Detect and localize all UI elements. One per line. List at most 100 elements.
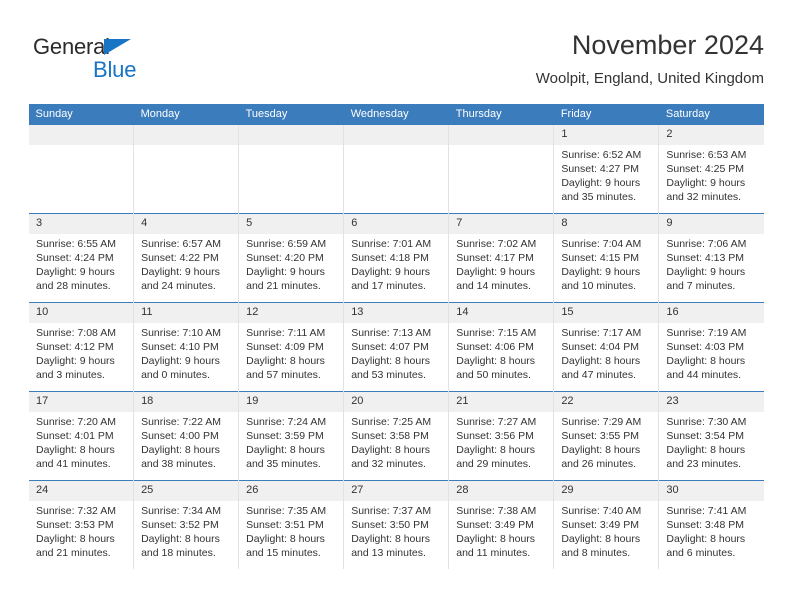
calendar-day-cell[interactable]: 5 Sunrise: 6:59 AM Sunset: 4:20 PM Daylight… [238,213,344,303]
sunset-text: Sunset: 3:56 PM [456,430,534,442]
calendar-day-cell[interactable]: 14 Sunrise: 7:15 AM Sunset: 4:06 PM Dayligh… [448,302,554,392]
day-number: 4 [134,214,239,234]
sunrise-text: Sunrise: 7:29 AM [561,416,642,428]
calendar-day-cell[interactable]: 10 Sunrise: 7:08 AM Sunset: 4:12 PM Dayligh… [27,302,134,392]
daylight-text: and 50 minutes. [456,369,531,381]
sunrise-text: Sunrise: 7:19 AM [666,327,747,339]
day-details: Sunrise: 7:32 AM Sunset: 3:53 PM Daylight:… [29,501,133,560]
day-number: 10 [29,303,134,323]
day-details: Sunrise: 7:01 AM Sunset: 4:18 PM Daylight:… [344,234,448,293]
day-details: Sunrise: 7:17 AM Sunset: 4:04 PM Daylight:… [554,323,658,382]
title-block: November 2024 Woolpit, England, United K… [536,28,764,88]
general-blue-logo[interactable]: General Blue [33,36,153,84]
calendar-day-cell[interactable]: 15 Sunrise: 7:17 AM Sunset: 4:04 PM Dayligh… [553,302,659,392]
sunrise-text: Sunrise: 7:17 AM [561,327,642,339]
calendar-day-cell[interactable]: 17 Sunrise: 7:20 AM Sunset: 4:01 PM Dayligh… [27,391,134,481]
calendar-day-cell[interactable]: 28 Sunrise: 7:38 AM Sunset: 3:49 PM Dayligh… [448,480,554,569]
day-details: Sunrise: 7:35 AM Sunset: 3:51 PM Daylight:… [239,501,343,560]
daylight-text: Daylight: 8 hours [351,444,430,456]
logo-text-general: General [33,34,110,59]
calendar-day-cell[interactable]: 27 Sunrise: 7:37 AM Sunset: 3:50 PM Dayligh… [343,480,449,569]
logo-triangle-icon [104,39,131,55]
calendar-day-cell[interactable]: 2 Sunrise: 6:53 AM Sunset: 4:25 PM Daylight… [658,125,764,214]
sunrise-text: Sunrise: 7:01 AM [351,238,432,250]
calendar-day-cell[interactable]: 29 Sunrise: 7:40 AM Sunset: 3:49 PM Dayligh… [553,480,659,569]
calendar-day-cell[interactable]: 12 Sunrise: 7:11 AM Sunset: 4:09 PM Dayligh… [238,302,344,392]
sunrise-text: Sunrise: 7:41 AM [666,505,747,517]
calendar-day-cell[interactable]: 6 Sunrise: 7:01 AM Sunset: 4:18 PM Daylight… [343,213,449,303]
daylight-text: Daylight: 8 hours [561,444,641,456]
daylight-text: Daylight: 8 hours [456,533,536,545]
day-details [134,145,238,148]
calendar-day-cell[interactable]: 8 Sunrise: 7:04 AM Sunset: 4:15 PM Daylight… [553,213,659,303]
calendar-page: General Blue November 2024 Woolpit, Engl… [0,0,792,612]
sunset-text: Sunset: 4:15 PM [561,252,639,264]
calendar-day-cell[interactable]: 22 Sunrise: 7:29 AM Sunset: 3:55 PM Dayligh… [553,391,659,481]
calendar-day-cell[interactable]: 13 Sunrise: 7:13 AM Sunset: 4:07 PM Dayligh… [343,302,449,392]
day-number: 18 [134,392,239,412]
weekday-header-row: Sunday Monday Tuesday Wednesday Thursday… [28,104,764,125]
calendar-day-cell[interactable]: 7 Sunrise: 7:02 AM Sunset: 4:17 PM Daylight… [448,213,554,303]
calendar-day-cell-empty [27,125,134,214]
calendar-grid: Sunday Monday Tuesday Wednesday Thursday… [27,104,764,569]
sunrise-text: Sunrise: 6:55 AM [36,238,116,250]
sunrise-text: Sunrise: 7:27 AM [456,416,537,428]
day-number: 24 [29,481,134,501]
calendar-day-cell[interactable]: 24 Sunrise: 7:32 AM Sunset: 3:53 PM Dayligh… [27,480,134,569]
daylight-text: and 53 minutes. [351,369,426,381]
daylight-text: and 29 minutes. [456,458,531,470]
calendar-day-cell[interactable]: 18 Sunrise: 7:22 AM Sunset: 4:00 PM Dayligh… [133,391,239,481]
weekday-header-monday: Monday [133,104,239,125]
day-details [29,145,133,148]
daylight-text: Daylight: 9 hours [351,266,430,278]
day-number: 29 [554,481,659,501]
daylight-text: and 41 minutes. [36,458,111,470]
calendar-day-cell[interactable]: 11 Sunrise: 7:10 AM Sunset: 4:10 PM Dayligh… [133,302,239,392]
sunrise-text: Sunrise: 7:35 AM [246,505,327,517]
daylight-text: Daylight: 8 hours [456,444,536,456]
calendar-day-cell-empty [238,125,344,214]
calendar-day-cell[interactable]: 26 Sunrise: 7:35 AM Sunset: 3:51 PM Dayligh… [238,480,344,569]
sunrise-text: Sunrise: 7:06 AM [666,238,747,250]
sunset-text: Sunset: 4:17 PM [456,252,534,264]
sunrise-text: Sunrise: 7:37 AM [351,505,432,517]
calendar-day-cell[interactable]: 30 Sunrise: 7:41 AM Sunset: 3:48 PM Dayligh… [658,480,764,569]
calendar-day-cell[interactable]: 16 Sunrise: 7:19 AM Sunset: 4:03 PM Dayligh… [658,302,764,392]
calendar-day-cell[interactable]: 23 Sunrise: 7:30 AM Sunset: 3:54 PM Dayligh… [658,391,764,481]
day-details: Sunrise: 7:02 AM Sunset: 4:17 PM Daylight:… [449,234,553,293]
calendar-day-cell[interactable]: 20 Sunrise: 7:25 AM Sunset: 3:58 PM Dayligh… [343,391,449,481]
calendar-day-cell[interactable]: 1 Sunrise: 6:52 AM Sunset: 4:27 PM Daylight… [553,125,659,214]
calendar-day-cell[interactable]: 21 Sunrise: 7:27 AM Sunset: 3:56 PM Dayligh… [448,391,554,481]
daylight-text: Daylight: 8 hours [456,355,536,367]
daylight-text: Daylight: 8 hours [351,533,430,545]
sunrise-text: Sunrise: 7:32 AM [36,505,116,517]
day-number: 17 [29,392,134,412]
sunset-text: Sunset: 3:48 PM [666,519,745,531]
day-number: 30 [659,481,764,501]
calendar-body: 1 Sunrise: 6:52 AM Sunset: 4:27 PM Daylight… [27,125,764,569]
sunrise-text: Sunrise: 7:04 AM [561,238,642,250]
sunset-text: Sunset: 4:00 PM [141,430,219,442]
daylight-text: and 0 minutes. [141,369,210,381]
day-details [449,145,553,148]
daylight-text: and 7 minutes. [666,280,736,292]
sunrise-text: Sunrise: 7:10 AM [141,327,222,339]
calendar-day-cell[interactable]: 4 Sunrise: 6:57 AM Sunset: 4:22 PM Daylight… [133,213,239,303]
calendar-day-cell[interactable]: 9 Sunrise: 7:06 AM Sunset: 4:13 PM Daylight… [658,213,764,303]
calendar-day-cell[interactable]: 19 Sunrise: 7:24 AM Sunset: 3:59 PM Dayligh… [238,391,344,481]
sunrise-text: Sunrise: 7:08 AM [36,327,116,339]
day-details: Sunrise: 7:37 AM Sunset: 3:50 PM Daylight:… [344,501,448,560]
sunrise-text: Sunrise: 7:34 AM [141,505,222,517]
page-header: General Blue November 2024 Woolpit, Engl… [28,28,764,98]
daylight-text: and 57 minutes. [246,369,321,381]
daylight-text: and 32 minutes. [666,191,742,203]
calendar-week-row: 1 Sunrise: 6:52 AM Sunset: 4:27 PM Daylight… [27,125,764,214]
day-number: 11 [134,303,239,323]
day-details: Sunrise: 7:24 AM Sunset: 3:59 PM Daylight:… [239,412,343,471]
calendar-day-cell[interactable]: 3 Sunrise: 6:55 AM Sunset: 4:24 PM Daylight… [27,213,134,303]
day-number: 5 [239,214,344,234]
weekday-header-sunday: Sunday [28,104,134,125]
sunrise-text: Sunrise: 7:13 AM [351,327,432,339]
calendar-day-cell[interactable]: 25 Sunrise: 7:34 AM Sunset: 3:52 PM Dayligh… [133,480,239,569]
day-number: 25 [134,481,239,501]
